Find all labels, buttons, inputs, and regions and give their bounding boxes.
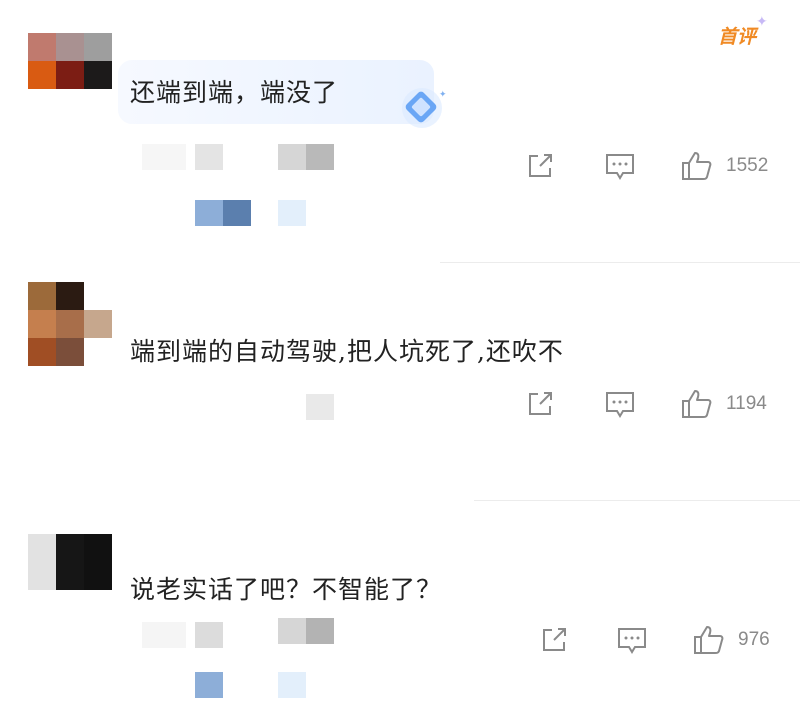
comment-1: 首评 ✦ 还端到端，端没了 ✦ 1552 xyxy=(0,0,800,262)
redacted-block xyxy=(223,200,251,226)
redacted-block xyxy=(142,622,186,648)
redacted-block xyxy=(195,622,223,648)
avatar[interactable] xyxy=(28,534,112,590)
redacted-block xyxy=(142,144,186,170)
diamond-badge-icon: ✦ xyxy=(402,88,447,128)
thumbs-up-icon[interactable] xyxy=(680,150,714,182)
redacted-block xyxy=(306,144,334,170)
svg-text:✦: ✦ xyxy=(439,90,447,100)
redacted-block xyxy=(195,672,223,698)
like-count: 976 xyxy=(738,629,770,650)
redacted-block xyxy=(306,618,334,644)
sparkle-icon: ✦ xyxy=(756,14,768,30)
avatar[interactable] xyxy=(28,33,112,89)
share-icon[interactable] xyxy=(540,626,570,654)
redacted-block xyxy=(195,200,223,226)
comment-text: 还端到端，端没了 xyxy=(130,78,339,107)
first-comment-badge: 首评 xyxy=(718,26,757,48)
like-count: 1552 xyxy=(726,155,769,176)
redacted-block xyxy=(278,200,306,226)
comment-text: 说老实话了吧？不智能了？ xyxy=(130,575,443,604)
comment-3: 说老实话了吧？不智能了？ 976 xyxy=(0,500,800,721)
comment-text: 端到端的自动驾驶,把人坑死了,还吹不 xyxy=(130,337,564,366)
avatar[interactable] xyxy=(28,282,112,366)
thumbs-up-icon[interactable] xyxy=(680,388,714,420)
thumbs-up-icon[interactable] xyxy=(692,624,726,656)
redacted-block xyxy=(195,144,223,170)
comment-2: 端到端的自动驾驶,把人坑死了,还吹不 1194 xyxy=(0,262,800,500)
comment-icon[interactable] xyxy=(604,390,636,420)
redacted-block xyxy=(278,618,306,644)
comment-icon[interactable] xyxy=(604,152,636,182)
redacted-block xyxy=(278,672,306,698)
comment-icon[interactable] xyxy=(616,626,648,656)
redacted-block xyxy=(306,394,334,420)
share-icon[interactable] xyxy=(526,390,556,418)
like-count: 1194 xyxy=(726,393,767,414)
share-icon[interactable] xyxy=(526,152,556,180)
redacted-block xyxy=(278,144,306,170)
